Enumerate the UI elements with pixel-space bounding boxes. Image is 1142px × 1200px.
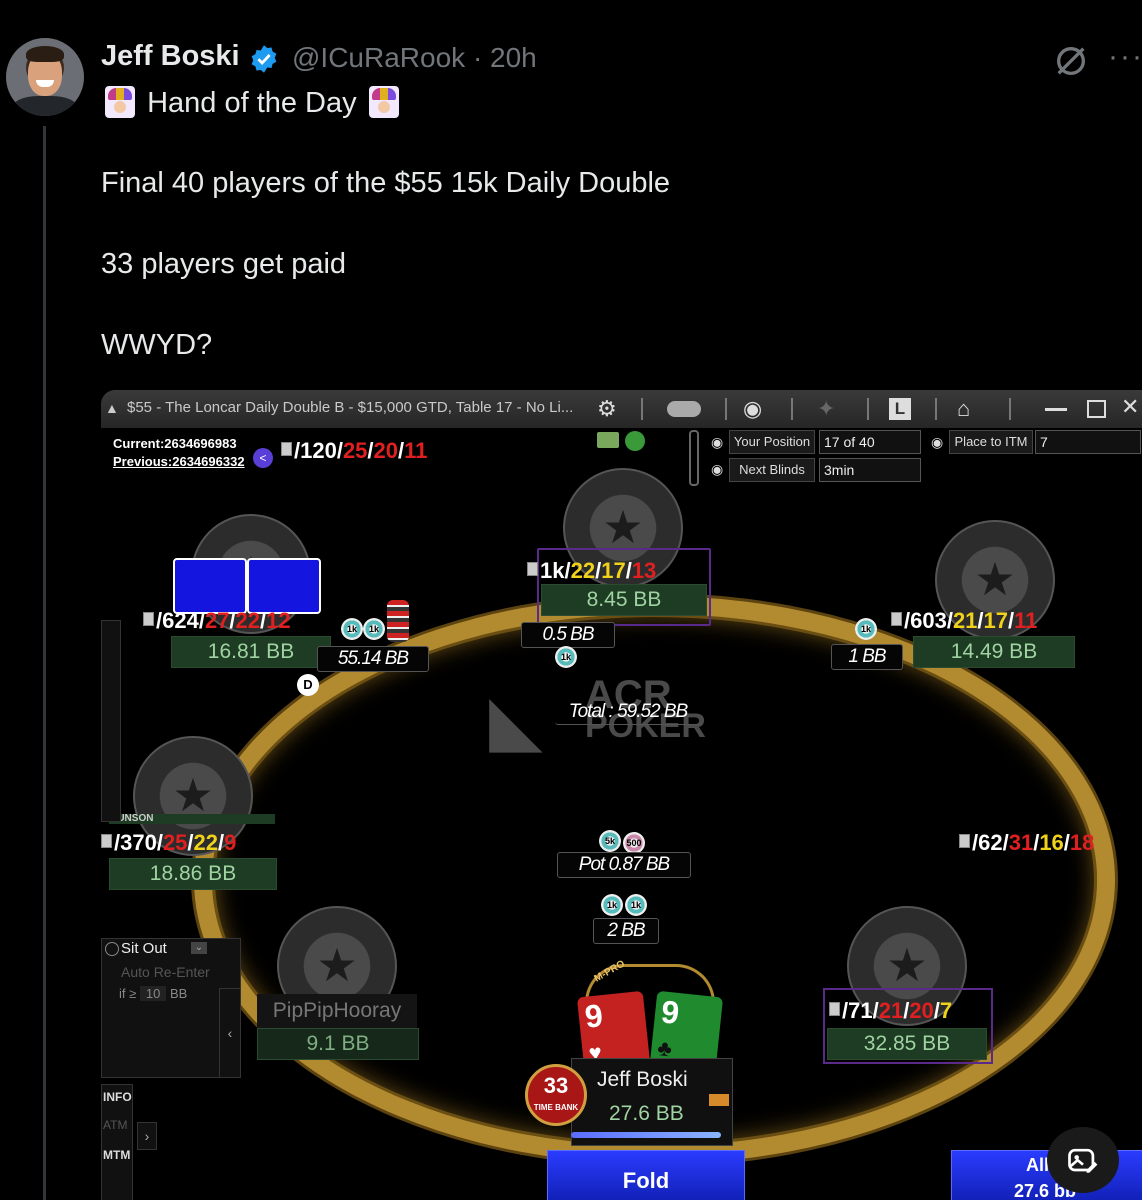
chevron-down-icon[interactable]: ⌄ bbox=[191, 942, 207, 954]
scroll-handle[interactable] bbox=[689, 430, 699, 486]
eye-icon: ◉ bbox=[711, 434, 724, 450]
chip-stack-icon bbox=[387, 600, 409, 642]
seat-stack-bottomright: 32.85 BB bbox=[827, 1028, 987, 1060]
seat-bet-top: 0.5 BB bbox=[521, 622, 615, 648]
auto-reenter-label[interactable]: Auto Re-Enter bbox=[121, 964, 210, 980]
eye-icon: ◉ bbox=[711, 461, 724, 477]
author-handle[interactable]: @ICuRaRook · 20h bbox=[292, 42, 537, 74]
place-itm-label: Place to ITM bbox=[949, 430, 1033, 454]
eye-icon: ◉ bbox=[931, 434, 944, 450]
time-bank: 33 TIME BANK bbox=[525, 1064, 587, 1126]
sit-out-checkbox[interactable] bbox=[105, 942, 119, 956]
current-hand-id[interactable]: Current:2634696983 bbox=[113, 436, 237, 451]
hero-bet: 2 BB bbox=[593, 918, 659, 944]
fold-button[interactable]: Fold bbox=[547, 1150, 745, 1200]
image-edit-icon bbox=[1068, 1148, 1098, 1173]
cards-icon[interactable]: ✦ bbox=[817, 396, 835, 422]
minimize-icon[interactable] bbox=[1045, 408, 1067, 411]
tweet-line-2: Final 40 players of the $55 15k Daily Do… bbox=[101, 167, 671, 199]
hero-stack: 27.6 BB bbox=[609, 1102, 684, 1125]
joker-emoji-icon bbox=[105, 86, 135, 118]
seat-stats-topleft[interactable]: /120/25/20/11 bbox=[281, 438, 427, 464]
dealer-button: D bbox=[297, 674, 319, 696]
seat-stats-midright[interactable]: /62/31/16/18 bbox=[959, 830, 1094, 856]
mtm-tab[interactable]: MTM bbox=[103, 1148, 130, 1162]
reenter-threshold-input[interactable]: 10 bbox=[139, 986, 167, 1001]
hero-name: Jeff Boski bbox=[597, 1068, 688, 1091]
chevron-left-icon[interactable]: ‹ bbox=[219, 988, 241, 1078]
maximize-icon[interactable] bbox=[1087, 400, 1106, 418]
side-collapse-handle[interactable] bbox=[101, 620, 121, 822]
sit-out-label: Sit Out bbox=[121, 940, 167, 957]
top-strip bbox=[0, 0, 1142, 14]
tweet-line-1: Hand of the Day bbox=[101, 86, 403, 120]
pot-label: Pot 0.87 BB bbox=[557, 852, 691, 878]
seat-bet-right: 1 BB bbox=[831, 644, 903, 670]
chat-icon[interactable] bbox=[667, 401, 701, 417]
post-time: · 20h bbox=[472, 42, 537, 73]
image-edit-button[interactable] bbox=[1047, 1127, 1119, 1193]
seat-bet-left: 55.14 BB bbox=[317, 646, 429, 672]
home-icon[interactable]: ⌂ bbox=[957, 396, 970, 422]
close-icon[interactable]: ✕ bbox=[1121, 394, 1139, 420]
chip-icon: 5k bbox=[599, 830, 621, 852]
eye-icon[interactable]: ◉ bbox=[743, 396, 762, 422]
chip-icon bbox=[625, 431, 645, 451]
window-title: $55 - The Loncar Daily Double B - $15,00… bbox=[127, 399, 574, 416]
seat-stats-midleft[interactable]: /370/25/22/9 bbox=[101, 830, 236, 856]
thread-line bbox=[43, 126, 46, 1200]
chip-icon: 1k bbox=[855, 618, 877, 640]
your-position-value: 17 of 40 bbox=[819, 430, 921, 454]
ellipsis-icon[interactable]: ··· bbox=[1108, 40, 1142, 74]
chip-icon: 1k bbox=[601, 894, 623, 916]
next-blinds-value: 3min bbox=[819, 458, 921, 482]
verified-badge-icon bbox=[251, 45, 277, 73]
info-tab[interactable]: INFO bbox=[103, 1090, 132, 1104]
seat-stack-top: 8.45 BB bbox=[541, 584, 707, 616]
grok-icon[interactable] bbox=[1052, 42, 1090, 80]
seat-name-bottomleft: PipPipHooray bbox=[257, 994, 417, 1028]
chip-icon: 1k bbox=[363, 618, 385, 640]
tweet-line-4: WWYD? bbox=[101, 329, 213, 361]
author-avatar[interactable] bbox=[6, 38, 84, 116]
chip-icon: 1k bbox=[555, 646, 577, 668]
chip-icon: 500 bbox=[623, 832, 645, 854]
briefcase-icon bbox=[709, 1094, 729, 1106]
place-itm-value: 7 bbox=[1035, 430, 1141, 454]
chip-icon: 1k bbox=[625, 894, 647, 916]
seat-stack-left: 16.81 BB bbox=[171, 636, 331, 668]
card-back bbox=[173, 558, 247, 614]
seat-name-midleft: MUNSON bbox=[109, 814, 275, 824]
seat-stack-bottomleft: 9.1 BB bbox=[257, 1028, 419, 1060]
your-position-label: Your Position bbox=[729, 430, 815, 454]
previous-hand-id[interactable]: Previous:2634696332 bbox=[113, 454, 245, 469]
seat-stats-top[interactable]: 1k/22/17/13 bbox=[527, 558, 656, 584]
card-back bbox=[247, 558, 321, 614]
seat-stats-left[interactable]: /624/27/22/12 bbox=[143, 608, 291, 634]
acr-logo-icon: ▲ bbox=[105, 400, 119, 416]
hero-timer-bar bbox=[571, 1132, 721, 1138]
gear-icon[interactable]: ⚙ bbox=[597, 396, 617, 422]
seat-stats-bottomright[interactable]: /71/21/20/7 bbox=[829, 998, 952, 1024]
author-name[interactable]: Jeff Boski bbox=[101, 40, 240, 73]
chevron-right-icon[interactable]: › bbox=[137, 1122, 157, 1150]
seat-stack-midleft: 18.86 BB bbox=[109, 858, 277, 890]
atm-tab[interactable]: ATM bbox=[103, 1118, 127, 1132]
total-pot-label: Total : 59.52 BB bbox=[555, 700, 701, 725]
poker-screenshot[interactable]: ▲ $55 - The Loncar Daily Double B - $15,… bbox=[101, 390, 1142, 1200]
window-titlebar: ▲ $55 - The Loncar Daily Double B - $15,… bbox=[101, 390, 1142, 428]
next-blinds-label: Next Blinds bbox=[729, 458, 815, 482]
joker-emoji-icon bbox=[368, 86, 399, 118]
table-area: Current:2634696983 Previous:2634696332 <… bbox=[101, 428, 1142, 1200]
lobby-icon[interactable]: L bbox=[889, 398, 911, 420]
reenter-if-row: if ≥ 10 BB bbox=[119, 986, 188, 1001]
seat-stats-right[interactable]: /603/21/17/11 bbox=[891, 608, 1037, 634]
tweet-line-3: 33 players get paid bbox=[101, 248, 347, 280]
chip-icon: 1k bbox=[341, 618, 363, 640]
seat-stack-right: 14.49 BB bbox=[913, 636, 1075, 668]
share-icon[interactable]: < bbox=[253, 448, 273, 468]
cash-icon bbox=[597, 432, 619, 448]
